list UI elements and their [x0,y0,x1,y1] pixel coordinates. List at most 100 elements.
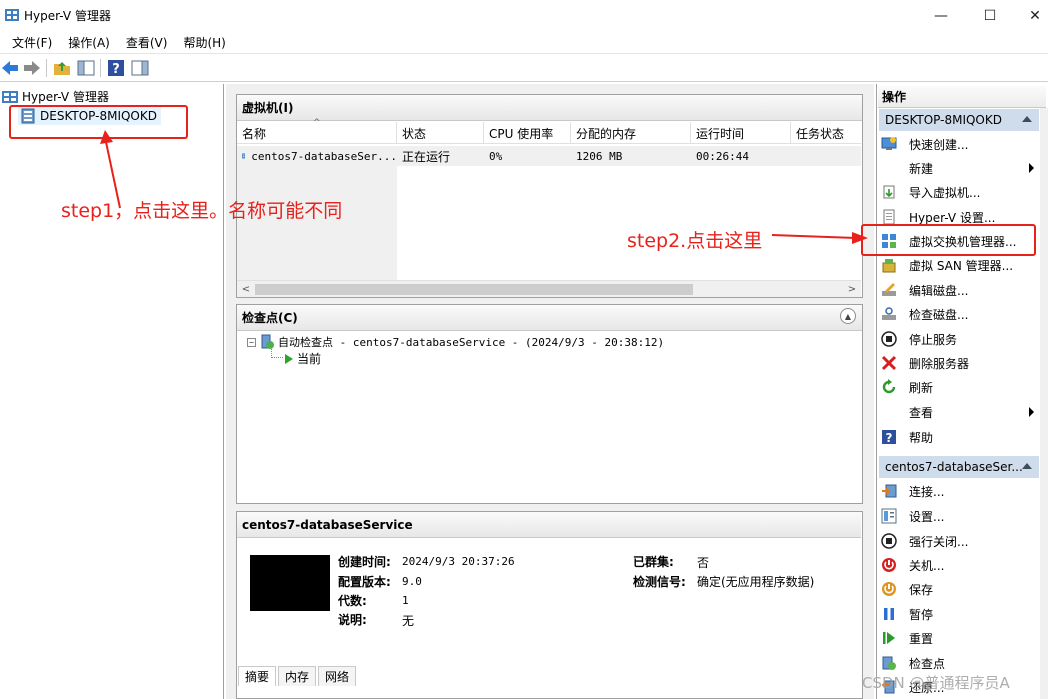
tab-summary[interactable]: 摘要 [238,666,277,686]
actions-vertical-scrollbar[interactable] [1040,108,1048,699]
remove-icon [881,355,897,371]
action-server-item-11[interactable]: 查看 [881,401,1036,423]
scroll-right-icon[interactable]: > [844,282,860,297]
notes-label: 说明: [338,613,367,627]
submenu-arrow-icon [1029,407,1034,417]
action-vm-item-0[interactable]: 连接... [881,480,1036,502]
generation-label: 代数: [338,594,367,608]
forward-arrow-icon[interactable] [22,58,42,78]
config-version-value: 9.0 [402,575,422,588]
checkpoint-auto[interactable]: − 自动检查点 - centos7-databaseService - (202… [247,334,664,350]
collapse-checkpoints-icon[interactable]: ▲ [840,308,856,324]
current-state-play-icon [285,353,293,364]
edit-disk-icon [881,282,897,298]
action-vm-item-6[interactable]: 重置 [881,627,1036,649]
save-icon [881,581,897,597]
menu-help[interactable]: 帮助(H) [175,34,233,51]
details-tabs: 摘要 内存 网络 [238,666,358,686]
vm-list-empty-area [237,166,397,280]
close-button[interactable]: ✕ [1012,0,1048,31]
san-icon [881,257,897,273]
vm-state-cell: 正在运行 [402,149,451,164]
heartbeat-value: 确定(无应用程序数据) [697,575,815,589]
actions-group-server[interactable]: DESKTOP-8MIQOKD [879,109,1039,131]
shutdown-icon [881,557,897,573]
action-label: 保存 [909,582,934,597]
col-task-status[interactable]: 任务状态 [791,122,861,144]
checkpoint-icon [261,334,274,349]
col-state[interactable]: 状态 [397,122,484,144]
action-server-item-5[interactable]: 虚拟 SAN 管理器... [881,254,1036,276]
action-label: 查看 [909,405,934,420]
action-vm-item-2[interactable]: 强行关闭... [881,530,1036,552]
hyper-v-app-icon [5,9,19,21]
import-icon [881,184,897,200]
created-value: 2024/9/3 20:37:26 [402,555,515,568]
checkpoint-icon [881,655,897,671]
action-vm-item-1[interactable]: 设置... [881,505,1036,527]
menu-bar: 文件(F) 操作(A) 查看(V) 帮助(H) [0,31,1048,53]
stop-service-icon [881,331,897,347]
tree-collapse-icon[interactable]: − [247,337,256,347]
col-cpu[interactable]: CPU 使用率 [484,122,571,144]
col-uptime[interactable]: 运行时间 [691,122,791,144]
tab-memory[interactable]: 内存 [278,666,317,686]
action-vm-item-4[interactable]: 保存 [881,578,1036,600]
svg-text:?: ? [112,62,120,77]
minimize-button[interactable]: — [918,0,964,31]
action-label: 新建 [909,161,934,176]
action-vm-item-3[interactable]: 关机... [881,554,1036,576]
vm-running-icon [242,153,246,159]
tree-root-label: Hyper-V 管理器 [22,90,109,104]
col-name[interactable]: 名称 ^ [237,118,397,144]
pause-icon [881,606,897,622]
action-server-item-0[interactable]: 快速创建... [881,133,1036,155]
vm-screen-thumbnail[interactable] [250,555,330,611]
checkpoints-header: 检查点(C) [237,305,862,331]
action-label: 重置 [909,631,934,646]
action-server-item-12[interactable]: ? 帮助 [881,426,1036,448]
show-action-pane-icon[interactable] [130,58,150,78]
show-hide-tree-icon[interactable] [76,58,96,78]
scrollbar-thumb[interactable] [255,284,693,295]
action-label: 刷新 [909,380,934,395]
tree-line [271,357,283,358]
action-label: 导入虚拟机... [909,185,981,200]
menu-view[interactable]: 查看(V) [118,34,176,51]
scroll-left-icon[interactable]: < [238,282,254,297]
collapse-group-icon[interactable] [1022,116,1032,122]
annotation-arrow-step2 [772,232,868,244]
action-label: 删除服务器 [909,356,970,371]
maximize-button[interactable]: ☐ [967,0,1013,31]
action-server-item-9[interactable]: 删除服务器 [881,352,1036,374]
action-server-item-1[interactable]: 新建 [881,157,1036,179]
vm-horizontal-scrollbar[interactable]: < > [237,280,861,297]
menu-file[interactable]: 文件(F) [4,34,60,51]
action-server-item-7[interactable]: 检查磁盘... [881,303,1036,325]
help-icon[interactable]: ? [106,58,126,78]
back-arrow-icon[interactable] [0,58,20,78]
tab-network[interactable]: 网络 [318,666,357,686]
action-vm-item-5[interactable]: 暂停 [881,603,1036,625]
notes-value: 无 [402,614,415,628]
action-server-item-8[interactable]: 停止服务 [881,328,1036,350]
action-server-item-10[interactable]: 刷新 [881,376,1036,398]
action-vm-item-7[interactable]: 检查点 [881,652,1036,674]
vm-row[interactable]: centos7-databaseSer... 正在运行 0% 1206 MB 0… [237,146,861,166]
clustered-label: 已群集: [633,555,674,569]
action-label: 连接... [909,484,945,499]
action-server-item-6[interactable]: 编辑磁盘... [881,279,1036,301]
quick-create-icon [881,136,897,152]
action-label: 快速创建... [909,137,969,152]
col-memory[interactable]: 分配的内存 [571,122,691,144]
checkpoint-now[interactable]: 当前 [284,350,321,367]
action-label: 暂停 [909,607,934,622]
tree-root-hyperv-manager[interactable]: Hyper-V 管理器 [2,88,109,105]
new-icon [881,160,897,176]
menu-action[interactable]: 操作(A) [60,34,118,51]
refresh-icon [881,379,897,395]
actions-group-vm[interactable]: centos7-databaseSer... [879,456,1039,478]
up-folder-icon[interactable] [52,58,72,78]
collapse-group-icon[interactable] [1022,463,1032,469]
action-server-item-2[interactable]: 导入虚拟机... [881,181,1036,203]
